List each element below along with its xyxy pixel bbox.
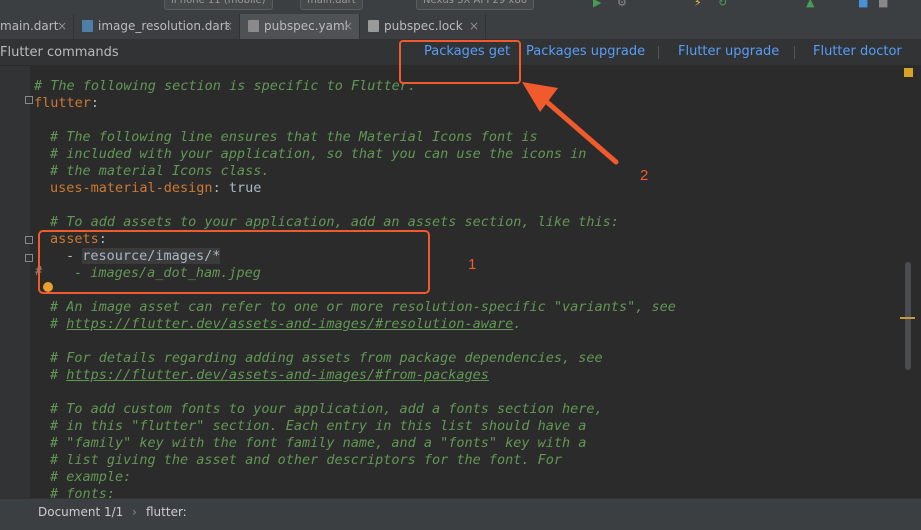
- fold-marker-icon[interactable]: [25, 236, 33, 244]
- scrollbar-warning-marker[interactable]: [900, 317, 915, 319]
- close-icon[interactable]: ×: [223, 14, 233, 39]
- tab-main-dart[interactable]: main.dart ×: [0, 14, 74, 39]
- hot-restart-icon[interactable]: ↻: [718, 0, 727, 8]
- tab-label: main.dart: [0, 19, 59, 33]
- resolution-aware-link[interactable]: https://flutter.dev/assets-and-images/#r…: [66, 316, 513, 332]
- packages-upgrade-link[interactable]: Packages upgrade: [526, 40, 645, 64]
- android-icon[interactable]: ▲: [806, 0, 814, 8]
- code-line: # An image asset can refer to one or mor…: [50, 299, 676, 315]
- document-indicator[interactable]: Document 1/1: [38, 499, 123, 525]
- fold-marker-icon[interactable]: [25, 96, 33, 104]
- code-line: # https://flutter.dev/assets-and-images/…: [50, 316, 522, 332]
- code-line: # "family" key with the font family name…: [50, 435, 587, 451]
- from-packages-link[interactable]: https://flutter.dev/assets-and-images/#f…: [66, 367, 489, 383]
- breadcrumb-separator-icon: ›: [132, 505, 137, 519]
- code-line: # list giving the asset and other descri…: [50, 452, 563, 468]
- annotation-box-packages-get: [399, 40, 521, 84]
- emulator-selector[interactable]: Nexus 5X API 29 x86: [416, 0, 535, 10]
- code-line: flutter:: [34, 95, 100, 111]
- annotation-label-2: 2: [640, 167, 649, 184]
- tab-pubspec-lock[interactable]: pubspec.lock ×: [360, 14, 486, 39]
- editor-gutter: [0, 66, 30, 498]
- code-line: # fonts:: [50, 486, 116, 498]
- code-line: # example:: [50, 469, 132, 485]
- run-icon[interactable]: ▶: [593, 0, 601, 8]
- tab-label: pubspec.lock: [384, 19, 463, 33]
- file-icon: [368, 20, 379, 32]
- code-line: # the material Icons class.: [50, 163, 270, 179]
- close-icon[interactable]: ×: [343, 14, 353, 39]
- code-line: # The following section is specific to F…: [34, 78, 417, 94]
- tab-pubspec-yaml[interactable]: pubspec.yaml ×: [240, 14, 360, 39]
- breadcrumb-flutter[interactable]: flutter:: [146, 499, 187, 525]
- code-line: # The following line ensures that the Ma…: [50, 129, 538, 145]
- divider: [658, 46, 659, 59]
- vertical-scrollbar[interactable]: [905, 262, 911, 370]
- inspection-status-icon[interactable]: [904, 68, 913, 77]
- annotation-label-1: 1: [468, 256, 477, 273]
- project-structure-icon[interactable]: ■: [878, 0, 888, 8]
- tab-image-resolution[interactable]: image_resolution.dart ×: [74, 14, 240, 39]
- main-toolbar: iPhone 11 (mobile) main.dart Nexus 5X AP…: [0, 0, 921, 14]
- divider: [794, 46, 795, 59]
- code-line: uses-material-design: true: [50, 180, 262, 196]
- dart-file-icon: [82, 20, 93, 32]
- code-line: # included with your application, so tha…: [50, 146, 587, 162]
- fold-marker-icon[interactable]: [25, 254, 33, 262]
- code-line: # To add custom fonts to your applicatio…: [50, 401, 603, 417]
- sdk-manager-icon[interactable]: ■: [858, 0, 868, 8]
- device-selector[interactable]: iPhone 11 (mobile): [164, 0, 273, 10]
- run-config-selector[interactable]: main.dart: [300, 0, 363, 10]
- code-line: # in this "flutter" section. Each entry …: [50, 418, 587, 434]
- tab-label: pubspec.yaml: [264, 19, 348, 33]
- hot-reload-icon[interactable]: ⚡: [694, 0, 702, 8]
- code-line: # For details regarding adding assets fr…: [50, 350, 603, 366]
- code-line: # https://flutter.dev/assets-and-images/…: [50, 367, 489, 383]
- flutter-doctor-link[interactable]: Flutter doctor: [813, 40, 902, 64]
- close-icon[interactable]: ×: [57, 14, 67, 39]
- debug-icon[interactable]: ⚙: [617, 0, 627, 8]
- code-line: # To add assets to your application, add…: [50, 214, 619, 230]
- flutter-upgrade-link[interactable]: Flutter upgrade: [678, 40, 779, 64]
- yaml-file-icon: [248, 20, 259, 32]
- breadcrumb-bar: Document 1/1 › flutter:: [0, 498, 921, 530]
- flutter-commands-title: Flutter commands: [0, 45, 119, 60]
- close-icon[interactable]: ×: [469, 14, 479, 39]
- annotation-box-assets: [38, 230, 430, 294]
- tab-label: image_resolution.dart: [98, 19, 230, 33]
- editor-tabs: main.dart × image_resolution.dart × pubs…: [0, 14, 921, 40]
